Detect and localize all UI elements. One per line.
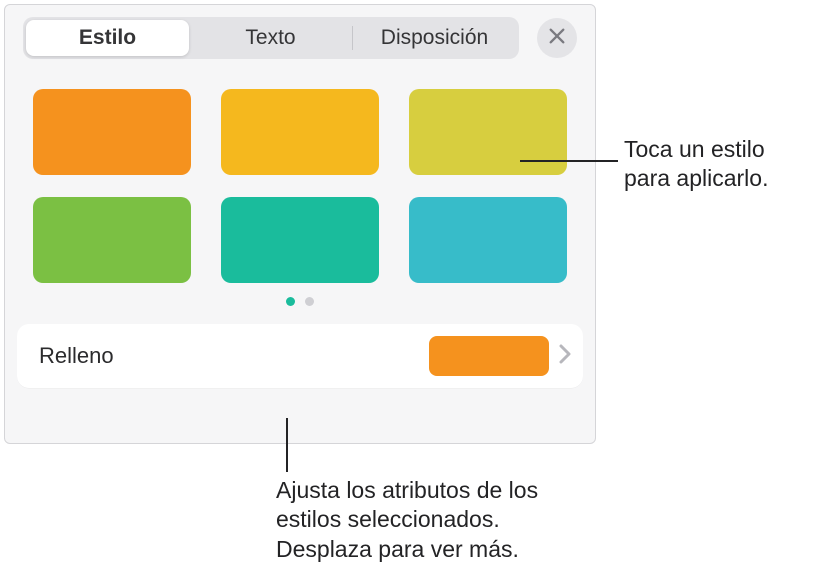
panel-header: Estilo Texto Disposición <box>5 5 595 65</box>
close-button[interactable] <box>537 18 577 58</box>
callout-adjust-attrs: Ajusta los atributos de los estilos sele… <box>276 476 576 564</box>
style-swatch[interactable] <box>33 197 191 283</box>
style-presets-grid <box>33 89 567 283</box>
tab-text-label: Texto <box>245 26 295 50</box>
fill-row[interactable]: Relleno <box>17 324 583 388</box>
callout-leader <box>520 160 618 162</box>
tab-layout-label: Disposición <box>381 26 488 50</box>
callout-apply-style: Toca un estilo para aplicarlo. <box>624 135 809 194</box>
tab-text[interactable]: Texto <box>189 20 352 56</box>
close-icon <box>548 27 566 50</box>
fill-color-preview <box>429 336 549 376</box>
tab-style[interactable]: Estilo <box>26 20 189 56</box>
tab-style-label: Estilo <box>79 26 136 50</box>
style-swatch[interactable] <box>409 197 567 283</box>
format-panel: Estilo Texto Disposición <box>4 4 596 444</box>
style-presets-area <box>5 65 595 310</box>
tab-layout[interactable]: Disposición <box>353 20 516 56</box>
fill-label: Relleno <box>39 343 429 369</box>
style-swatch[interactable] <box>409 89 567 175</box>
page-dot <box>305 297 314 306</box>
style-swatch[interactable] <box>221 89 379 175</box>
chevron-right-icon <box>559 344 571 369</box>
style-swatch[interactable] <box>221 197 379 283</box>
segmented-control: Estilo Texto Disposición <box>23 17 519 59</box>
style-swatch[interactable] <box>33 89 191 175</box>
page-indicator <box>33 297 567 306</box>
callout-leader <box>286 418 288 472</box>
page-dot-active <box>286 297 295 306</box>
